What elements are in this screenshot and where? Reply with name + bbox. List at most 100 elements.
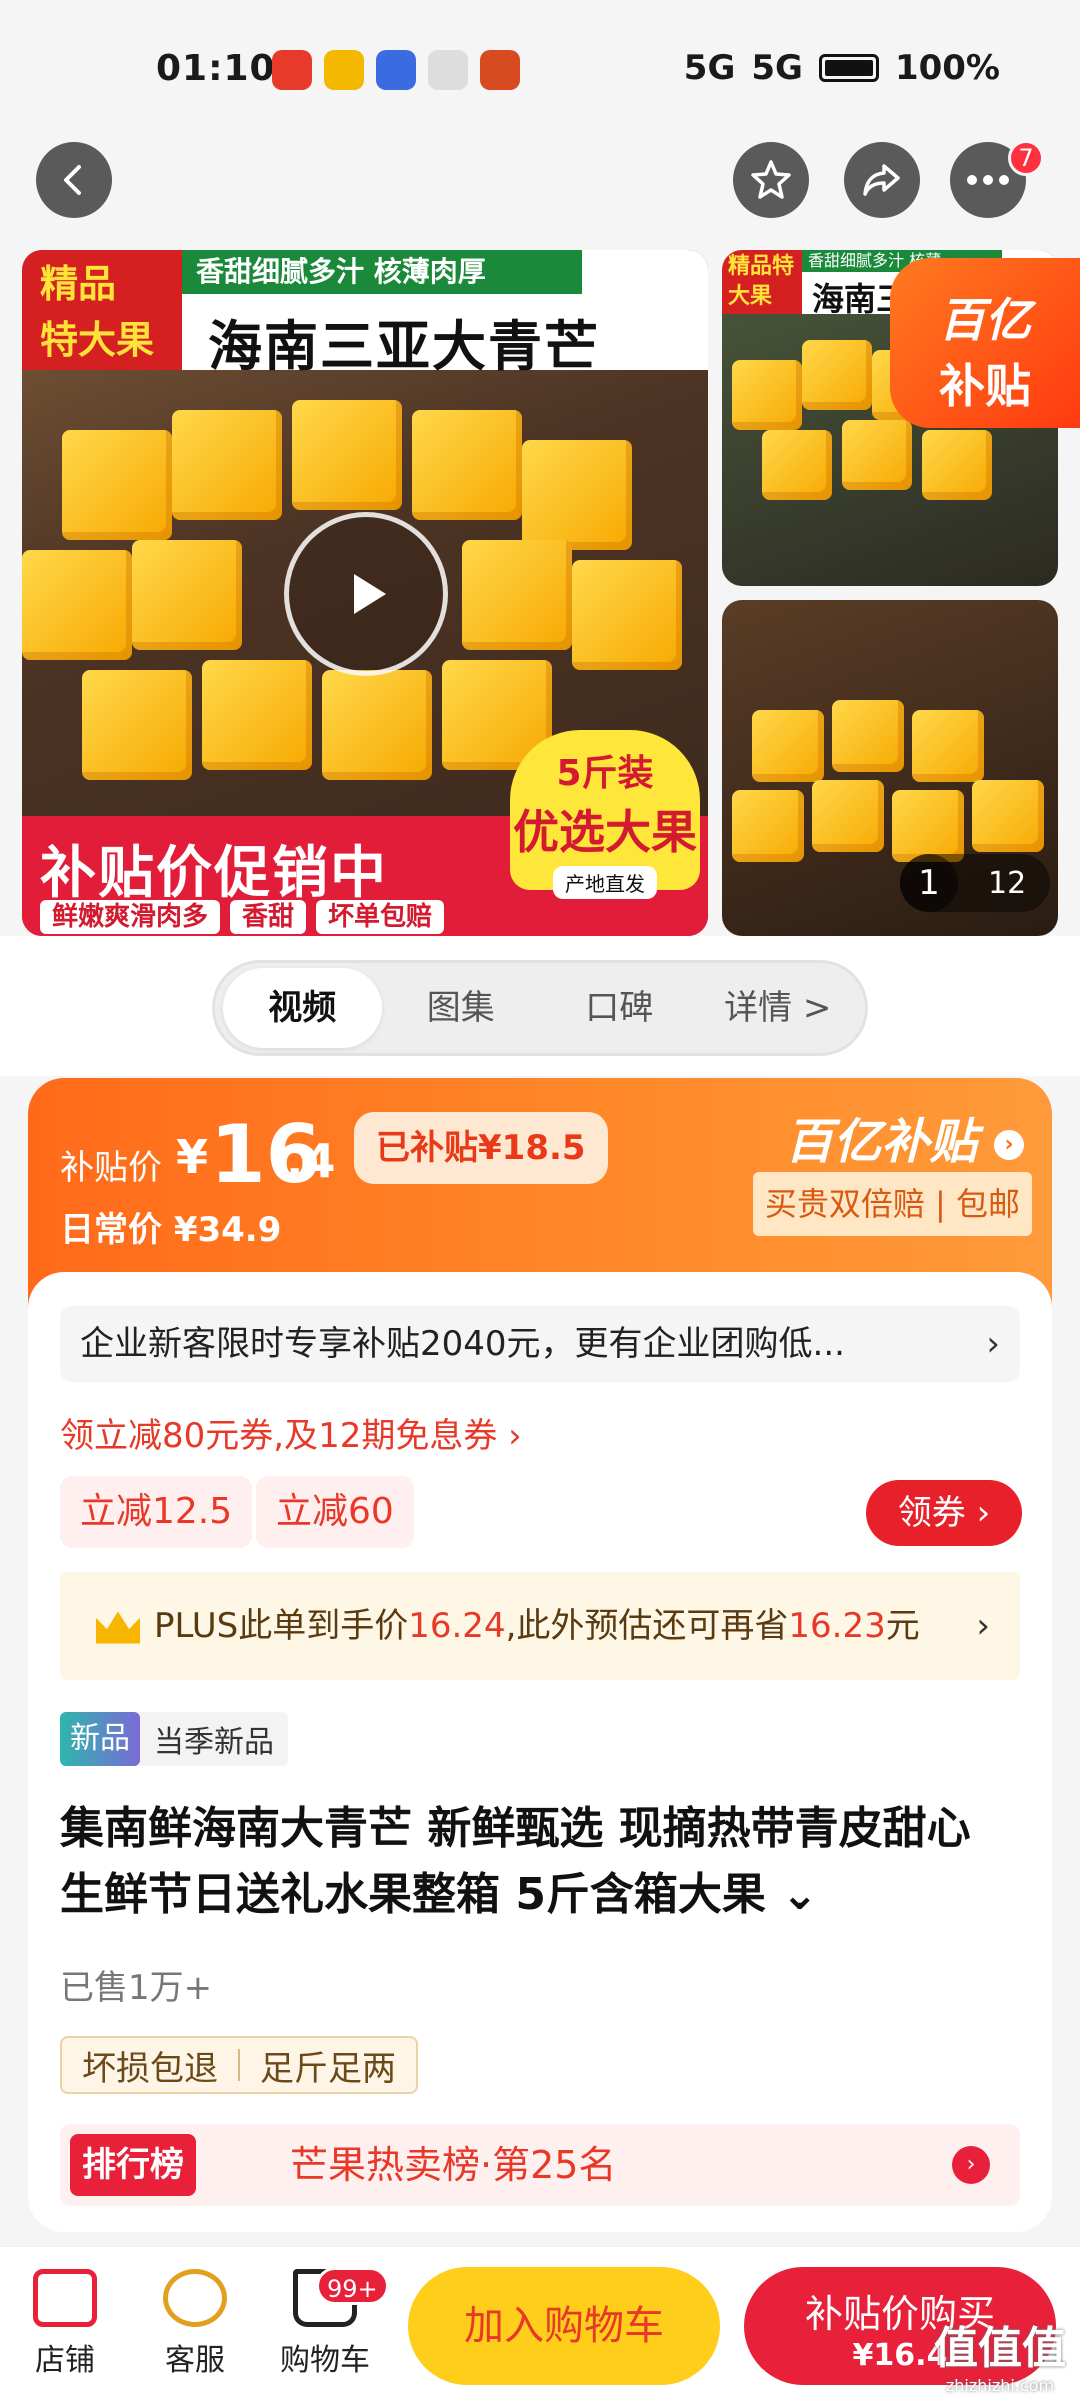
main-video-image[interactable]: 精品 特大果 香甜细腻多汁 核薄肉厚 海南三亚大青芒 补贴价促销中 鲜嫩爽滑肉多 … xyxy=(22,250,708,936)
new-tag-text: 当季新品 xyxy=(154,1725,274,1760)
battery-percent: 100% xyxy=(894,48,1000,88)
mango-cube xyxy=(732,790,804,862)
crown-icon xyxy=(96,1611,140,1644)
mango-cube xyxy=(462,540,572,650)
watermark: 值值值 zhizhizhi.com xyxy=(934,2312,1066,2395)
plus-savings: 16.23 xyxy=(788,1606,886,1646)
realme-icon xyxy=(428,50,468,90)
play-button[interactable] xyxy=(284,512,448,676)
mango-cube xyxy=(842,420,912,490)
price-currency: ¥ xyxy=(176,1130,209,1184)
status-bar: 01:10 5G 5G 100% xyxy=(0,0,1080,130)
plus-text: 元 xyxy=(885,1606,920,1646)
mango-cube xyxy=(572,560,682,670)
service-tags[interactable]: 坏损包退 足斤足两 xyxy=(60,2036,418,2094)
chevron-right-icon: › xyxy=(986,1324,1000,1364)
favorite-button[interactable] xyxy=(733,142,809,218)
mango-cube xyxy=(292,400,402,510)
image-footer-chips: 鲜嫩爽滑肉多 香甜 坏单包赔 xyxy=(40,900,445,934)
guarantee-badge[interactable]: 买贵双倍赔 | 包邮 xyxy=(752,1172,1032,1236)
bottom-action-bar: 店铺 客服 购物车 99+ 加入购物车 补贴价购买 ¥16.4 xyxy=(0,2246,1080,2400)
share-button[interactable] xyxy=(844,142,920,218)
plus-member-bar[interactable]: PLUS此单到手价16.24,此外预估还可再省16.23元 › xyxy=(60,1572,1020,1680)
premium-tag: 精品 特大果 xyxy=(22,250,182,370)
star-icon xyxy=(751,160,791,199)
mango-cube xyxy=(972,780,1044,852)
image-counter: 1 12 xyxy=(900,854,1050,912)
new-tag-label: 新品 xyxy=(60,1712,140,1766)
back-arrow-icon xyxy=(64,165,81,195)
new-product-tag: 新品 当季新品 xyxy=(60,1712,288,1766)
brand-label: 百亿补贴 xyxy=(785,1114,978,1170)
mango-cube xyxy=(22,550,132,660)
image-counter-current: 1 xyxy=(900,854,958,912)
media-tabs: 视频 图集 口碑 详情 > xyxy=(212,960,868,1056)
service-tag: 足斤足两 xyxy=(260,2048,396,2089)
customer-service-icon xyxy=(163,2269,227,2327)
more-badge: 7 xyxy=(1008,140,1044,176)
customer-service-label: 客服 xyxy=(165,2343,225,2378)
tab-details[interactable]: 详情 > xyxy=(699,968,858,1048)
share-icon xyxy=(863,164,900,196)
image-title: 海南三亚大青芒 xyxy=(208,315,600,378)
mango-cube xyxy=(62,430,172,540)
mango-cube xyxy=(802,340,872,410)
discount-chip[interactable]: 立减12.5 xyxy=(60,1476,253,1548)
play-icon xyxy=(354,574,386,614)
image-badge: 5斤装 优选大果 产地直发 xyxy=(510,730,700,899)
mango-cube xyxy=(82,670,192,780)
image-chip: 坏单包赔 xyxy=(316,900,445,934)
mango-cube xyxy=(752,710,824,782)
tab-reviews[interactable]: 口碑 xyxy=(540,968,699,1048)
product-title[interactable]: 集南鲜海南大青芒 新鲜甄选 现摘热带青皮甜心 生鲜节日送礼水果整箱 5斤含箱大果… xyxy=(60,1796,1020,1928)
enterprise-promo[interactable]: 企业新客限时专享补贴2040元，更有企业团购低... › xyxy=(60,1306,1020,1382)
product-page: 01:10 5G 5G 100% 7 精品 特大果 香甜细腻多汁 核薄肉厚 海南… xyxy=(0,0,1080,2400)
watermark-logo: 值值值 xyxy=(934,2323,1066,2374)
watermark-site: zhizhizhi.com xyxy=(945,2376,1055,2395)
service-tag: 坏损包退 xyxy=(82,2048,218,2089)
price-label: 补贴价 xyxy=(60,1148,162,1188)
mango-cube xyxy=(922,430,992,500)
mango-cube xyxy=(132,540,242,650)
enterprise-promo-text: 企业新客限时专享补贴2040元，更有企业团购低... xyxy=(80,1324,845,1364)
product-info: 企业新客限时专享补贴2040元，更有企业团购低... › 领立减80元券,及12… xyxy=(28,1272,1052,2232)
shop-icon xyxy=(33,2269,97,2327)
image-chip: 鲜嫩爽滑肉多 xyxy=(40,900,221,934)
chevron-right-icon: › xyxy=(952,2146,990,2184)
mango-cube xyxy=(412,410,522,520)
get-coupon-button[interactable]: 领券 › xyxy=(866,1480,1022,1546)
app-icon xyxy=(480,50,520,90)
mango-cube xyxy=(912,710,984,782)
sold-count: 已售1万+ xyxy=(60,1968,213,2008)
discount-chip[interactable]: 立减60 xyxy=(256,1476,414,1548)
weibo-icon xyxy=(324,50,364,90)
tab-video[interactable]: 视频 xyxy=(223,968,382,1048)
add-to-cart-button[interactable]: 加入购物车 xyxy=(408,2267,720,2385)
notification-icons xyxy=(272,50,520,90)
mango-cube xyxy=(762,430,832,500)
brand-link[interactable]: 百亿补贴 › xyxy=(785,1102,1024,1172)
shop-label: 店铺 xyxy=(35,2343,95,2378)
chevron-right-icon: › xyxy=(994,1130,1024,1160)
mango-cube xyxy=(832,700,904,772)
daily-price: 日常价 ¥34.9 xyxy=(60,1210,282,1250)
chevron-right-icon: › xyxy=(976,1606,990,1646)
feature-banner: 香甜细腻多汁 核薄肉厚 xyxy=(182,250,582,294)
image-chip: 香甜 xyxy=(230,900,307,934)
shop-button[interactable]: 店铺 xyxy=(10,2269,120,2379)
plus-text: ,此外预估还可再省 xyxy=(505,1606,789,1646)
tab-gallery[interactable]: 图集 xyxy=(382,968,541,1048)
app-notification-icon xyxy=(272,50,312,90)
mango-cube xyxy=(732,360,802,430)
plus-text: PLUS此单到手价 xyxy=(154,1606,409,1646)
signal-5g-1: 5G xyxy=(683,48,736,88)
customer-service-button[interactable]: 客服 xyxy=(140,2269,250,2379)
image-counter-total: 12 xyxy=(988,865,1027,901)
mango-cube xyxy=(322,670,432,780)
ranking-bar[interactable]: 排行榜 芒果热卖榜·第25名 › xyxy=(60,2124,1020,2206)
status-right: 5G 5G 100% xyxy=(684,48,1000,88)
mango-cube xyxy=(172,410,282,520)
back-button[interactable] xyxy=(36,142,112,218)
baidu-icon xyxy=(376,50,416,90)
coupon-link[interactable]: 领立减80元券,及12期免息券 › xyxy=(60,1408,522,1457)
